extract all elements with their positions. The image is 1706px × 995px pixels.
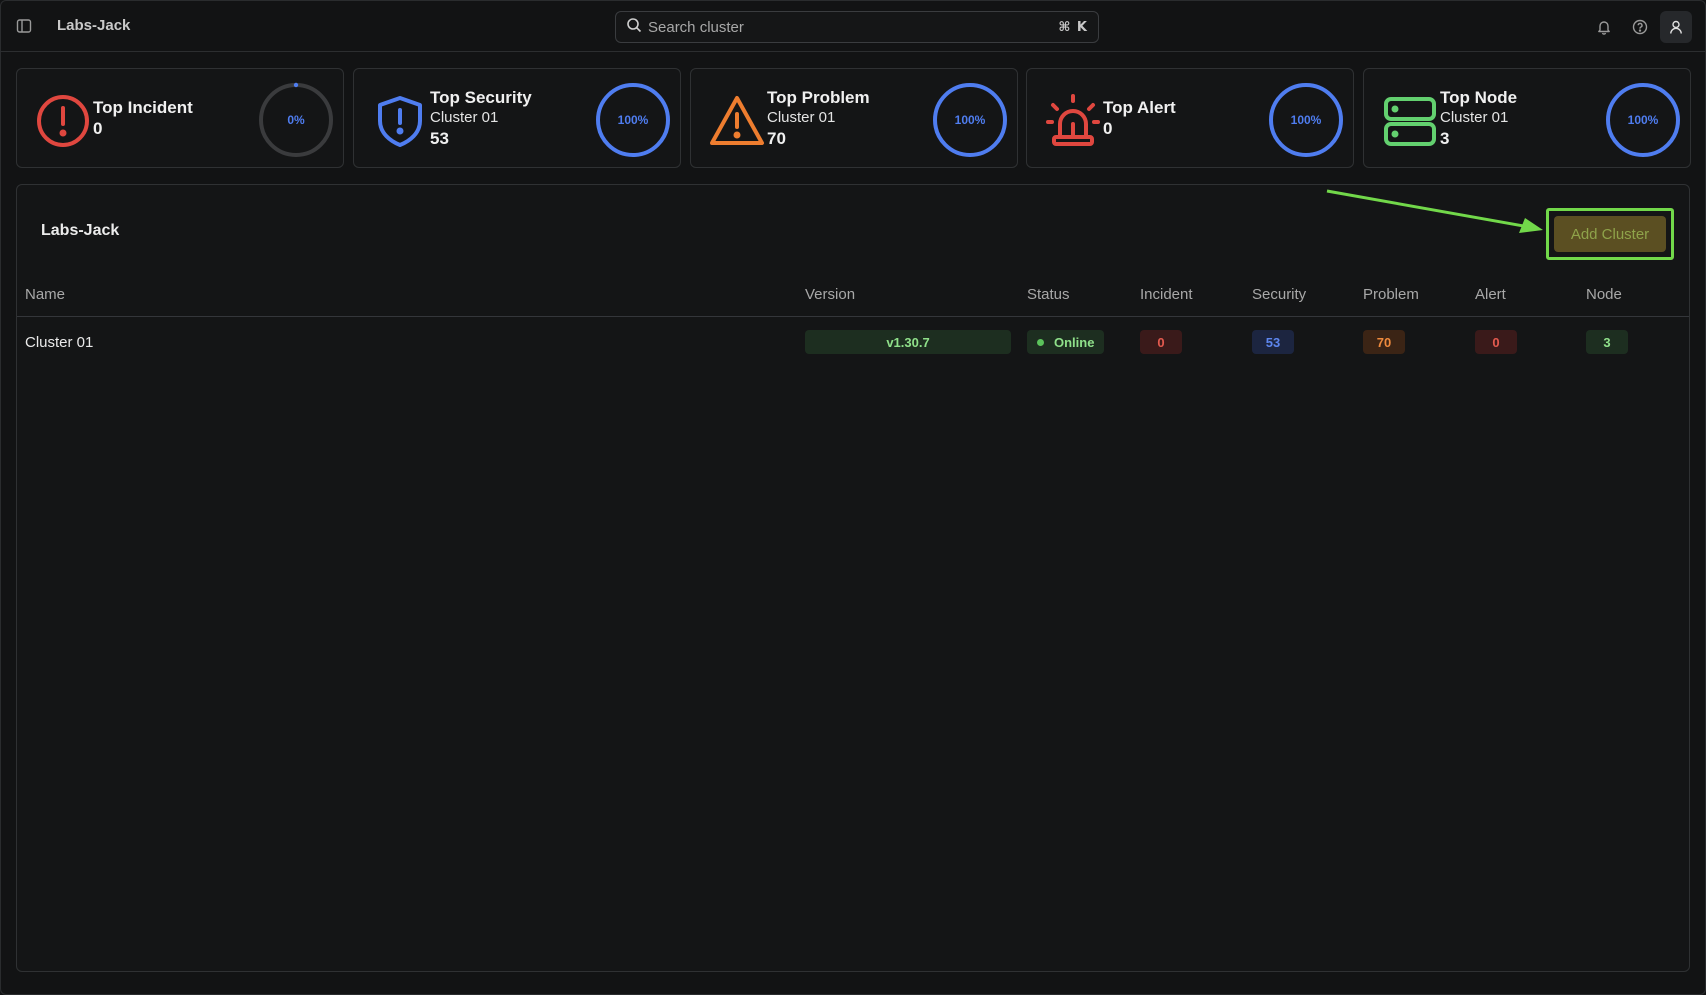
progress-ring-label: 100%: [954, 113, 986, 127]
version-badge: v1.30.7: [805, 330, 1011, 354]
panel-title: Labs-Jack: [41, 222, 120, 239]
warning-triangle-icon: [709, 93, 765, 149]
stat-card-text: Top Alert 0: [1103, 69, 1176, 167]
progress-ring-label: 100%: [1627, 113, 1659, 127]
stat-card-subtitle: Cluster 01: [1440, 108, 1509, 126]
stat-card-subtitle: Cluster 01: [767, 108, 836, 126]
stat-card-value: 70: [767, 128, 786, 148]
annotation-arrow: [1326, 189, 1543, 233]
alert-count-badge: 0: [1475, 330, 1517, 354]
bell-icon[interactable]: [1588, 11, 1620, 43]
stat-card-subtitle: Cluster 01: [430, 108, 499, 126]
stat-card-top-alert[interactable]: Top Alert 0 100%: [1026, 68, 1354, 168]
clusters-panel: Labs-Jack Add Cluster Name Version Statu…: [16, 184, 1690, 972]
column-header-problem[interactable]: Problem: [1363, 285, 1419, 305]
progress-ring-label: 100%: [617, 113, 649, 127]
column-header-incident[interactable]: Incident: [1140, 285, 1193, 305]
server-icon: [1382, 93, 1438, 149]
search-shortcut-hint: ⌘ K: [1058, 19, 1088, 35]
stat-card-top-security[interactable]: Top Security Cluster 01 53 100%: [353, 68, 681, 168]
status-dot: [1037, 338, 1044, 346]
stat-card-text: Top Security Cluster 01 53: [430, 69, 532, 167]
column-header-security[interactable]: Security: [1252, 285, 1306, 305]
top-bar: Labs-Jack ⌘ K: [0, 0, 1706, 52]
stat-card-value: 0: [1103, 118, 1113, 138]
security-count-badge: 53: [1252, 330, 1294, 354]
node-count-badge: 3: [1586, 330, 1628, 354]
stat-card-text: Top Problem Cluster 01 70: [767, 69, 870, 167]
progress-ring: 100%: [594, 81, 672, 159]
stat-card-top-incident[interactable]: Top Incident 0 0%: [16, 68, 344, 168]
sidebar-toggle-icon[interactable]: [14, 16, 34, 36]
stat-card-text: Top Incident 0: [93, 69, 193, 167]
stat-card-value: 3: [1440, 128, 1450, 148]
incident-count-badge: 0: [1140, 330, 1182, 354]
shield-alert-icon: [372, 93, 428, 149]
progress-ring: 100%: [1267, 81, 1345, 159]
stat-card-top-node[interactable]: Top Node Cluster 01 3 100%: [1363, 68, 1691, 168]
stat-card-title: Top Node: [1440, 87, 1518, 107]
search-input[interactable]: [648, 18, 1059, 36]
stat-card-title: Top Incident: [93, 97, 193, 117]
alert-circle-icon: [35, 93, 91, 149]
stat-card-title: Top Alert: [1103, 97, 1176, 117]
siren-icon: [1045, 93, 1101, 149]
column-header-version[interactable]: Version: [805, 285, 855, 305]
column-header-name[interactable]: Name: [25, 285, 65, 305]
status-label: Online: [1054, 334, 1095, 350]
table-row[interactable]: Cluster 01 v1.30.7 Online 0 53 70 0 3: [17, 317, 1689, 367]
user-icon[interactable]: [1660, 11, 1692, 43]
add-cluster-button[interactable]: Add Cluster: [1554, 216, 1666, 252]
progress-ring: 100%: [931, 81, 1009, 159]
column-header-status[interactable]: Status: [1027, 285, 1070, 305]
stat-card-value: 0: [93, 118, 103, 138]
stat-card-title: Top Problem: [767, 87, 870, 107]
search-icon: [626, 17, 642, 38]
stat-card-value: 53: [430, 128, 449, 148]
help-icon[interactable]: [1624, 11, 1656, 43]
progress-ring: 100%: [1604, 81, 1682, 159]
progress-ring-label: 0%: [287, 113, 305, 127]
stat-card-top-problem[interactable]: Top Problem Cluster 01 70 100%: [690, 68, 1018, 168]
problem-count-badge: 70: [1363, 330, 1405, 354]
table-header: Name Version Status Incident Security Pr…: [17, 285, 1689, 317]
status-badge: Online: [1027, 330, 1105, 354]
column-header-node[interactable]: Node: [1586, 285, 1622, 305]
search-box[interactable]: ⌘ K: [615, 11, 1099, 43]
stat-card-title: Top Security: [430, 87, 532, 107]
column-header-alert[interactable]: Alert: [1475, 285, 1506, 305]
workspace-title[interactable]: Labs-Jack: [57, 17, 130, 34]
progress-ring: 0%: [257, 81, 335, 159]
progress-ring-label: 100%: [1290, 113, 1322, 127]
top-actions: [1588, 11, 1706, 43]
cluster-name[interactable]: Cluster 01: [25, 317, 93, 367]
stat-card-text: Top Node Cluster 01 3: [1440, 69, 1517, 167]
